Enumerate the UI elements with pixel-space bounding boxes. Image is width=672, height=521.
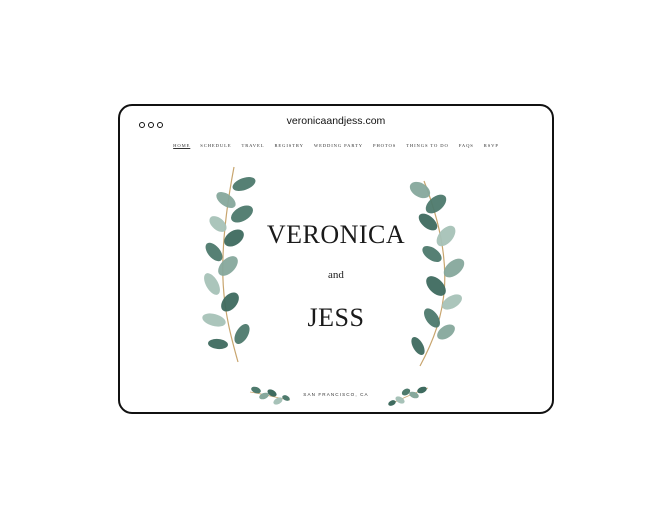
couple-name-second: JESS — [307, 303, 365, 332]
event-location: SAN FRANCISCO, CA — [303, 392, 369, 397]
site-navigation: HOME SCHEDULE TRAVEL REGISTRY WEDDING PA… — [120, 143, 552, 148]
nav-item-photos[interactable]: PHOTOS — [373, 143, 396, 148]
nav-item-faqs[interactable]: FAQS — [459, 143, 474, 148]
eucalyptus-bottom-right-icon — [388, 386, 429, 406]
couple-connector: and — [328, 269, 344, 281]
address-bar-url[interactable]: veronicaandjess.com — [120, 115, 552, 127]
nav-item-travel[interactable]: TRAVEL — [242, 143, 265, 148]
nav-item-schedule[interactable]: SCHEDULE — [200, 143, 231, 148]
browser-window: veronicaandjess.com HOME SCHEDULE TRAVEL… — [118, 104, 554, 414]
eucalyptus-left-icon — [202, 166, 256, 363]
nav-item-wedding-party[interactable]: WEDDING PARTY — [314, 143, 363, 148]
nav-item-registry[interactable]: REGISTRY — [274, 143, 303, 148]
nav-item-rsvp[interactable]: RSVP — [484, 143, 499, 148]
nav-item-things-to-do[interactable]: THINGS TO DO — [406, 143, 449, 148]
couple-name-first: VERONICA — [266, 220, 406, 249]
nav-item-home[interactable]: HOME — [173, 143, 190, 148]
